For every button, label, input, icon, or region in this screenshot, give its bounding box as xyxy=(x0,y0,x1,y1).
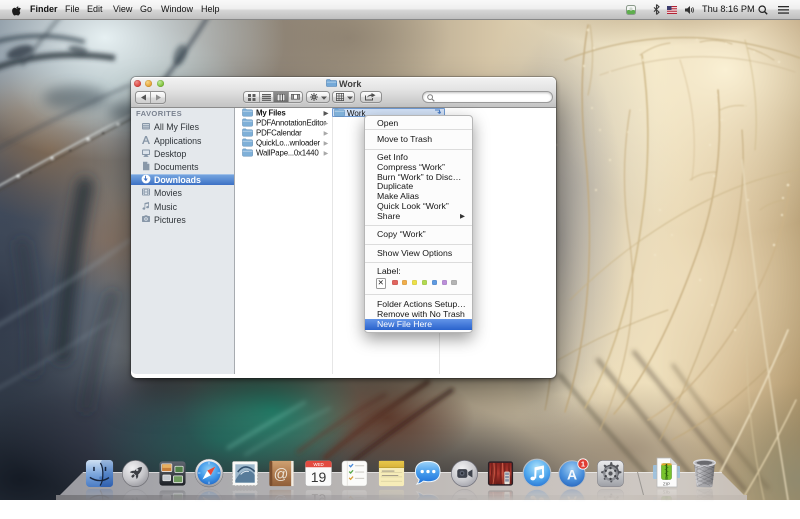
svg-text:ZIP: ZIP xyxy=(662,482,669,487)
svg-text:WED: WED xyxy=(313,462,323,467)
svg-text:1: 1 xyxy=(581,507,585,516)
svg-text:19: 19 xyxy=(310,469,326,485)
svg-text:@: @ xyxy=(274,493,289,509)
svg-text:1: 1 xyxy=(581,460,585,469)
svg-text:A: A xyxy=(567,467,577,483)
svg-text:19: 19 xyxy=(310,491,326,507)
svg-text:ZIP: ZIP xyxy=(662,489,669,494)
svg-text:WED: WED xyxy=(313,509,323,514)
svg-text:@: @ xyxy=(274,467,289,483)
svg-text:A: A xyxy=(567,494,577,510)
